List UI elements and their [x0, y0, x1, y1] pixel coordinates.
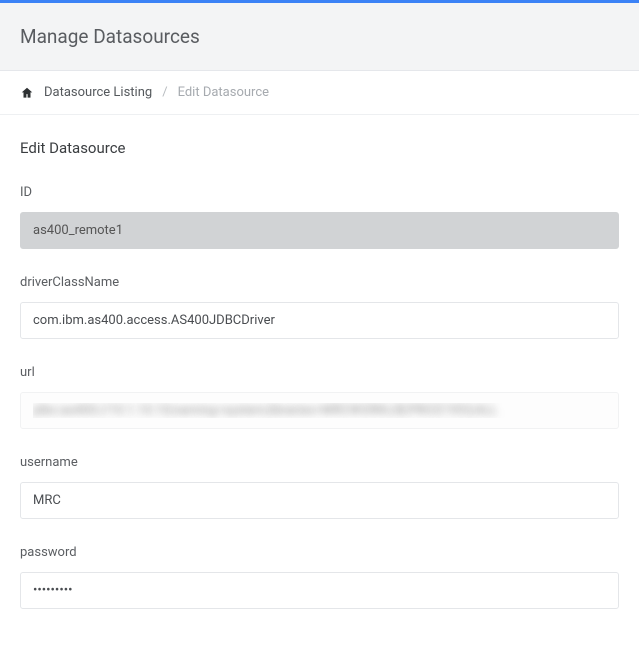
form-content: Edit Datasource ID driverClassName url u… — [0, 115, 639, 659]
input-id — [20, 212, 619, 249]
breadcrumb-separator: / — [162, 85, 167, 100]
breadcrumb: Datasource Listing / Edit Datasource — [0, 71, 639, 115]
home-icon[interactable] — [20, 86, 34, 100]
breadcrumb-listing-link[interactable]: Datasource Listing — [44, 85, 152, 100]
label-id: ID — [20, 185, 619, 200]
section-title: Edit Datasource — [20, 139, 619, 157]
field-group-driverclassname: driverClassName — [20, 275, 619, 339]
label-driverclassname: driverClassName — [20, 275, 619, 290]
field-group-id: ID — [20, 185, 619, 249]
label-username: username — [20, 455, 619, 470]
field-group-password: password — [20, 545, 619, 609]
label-url: url — [20, 365, 619, 380]
label-password: password — [20, 545, 619, 560]
field-group-username: username — [20, 455, 619, 519]
page-header: Manage Datasources — [0, 3, 639, 71]
input-username[interactable] — [20, 482, 619, 519]
input-url[interactable] — [20, 392, 619, 429]
field-group-url: url — [20, 365, 619, 429]
breadcrumb-current: Edit Datasource — [178, 85, 269, 100]
page-title: Manage Datasources — [20, 25, 619, 48]
input-driverclassname[interactable] — [20, 302, 619, 339]
input-password[interactable] — [20, 572, 619, 609]
